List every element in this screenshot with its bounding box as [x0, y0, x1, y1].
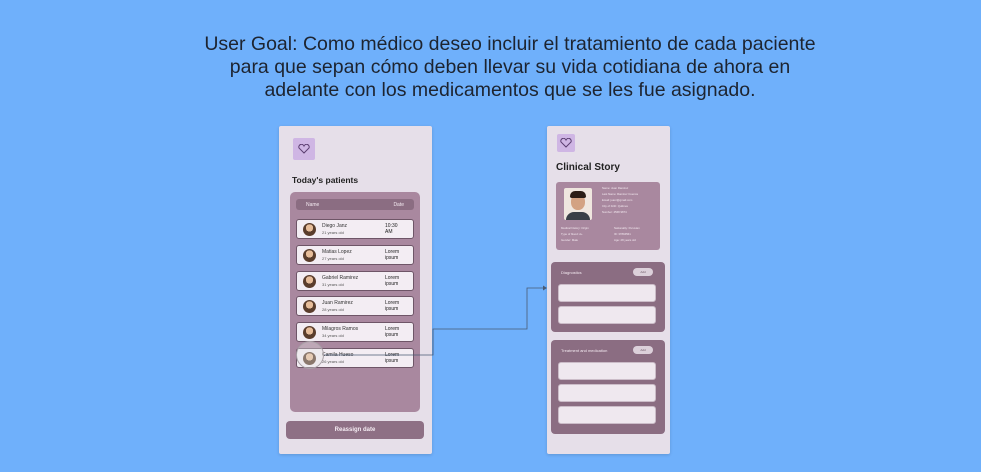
diagnostics-section: Diagnostics Add	[551, 262, 665, 332]
treatment-section: Treatment and medication Add	[551, 340, 665, 434]
column-name: Name	[306, 202, 320, 208]
diagnostic-field[interactable]	[558, 284, 656, 302]
todays-patients-screen: Today's patients Name Date Diego Janz 21…	[279, 126, 432, 454]
patient-age: 31 years old	[322, 282, 344, 287]
patient-row[interactable]: Matias Lopez 27 years old Lorem ipsum	[296, 245, 414, 265]
treatment-label: Treatment and medication	[561, 348, 608, 353]
profile-details-right: Nationality: Peruvian ID: 37894561 Age: …	[614, 225, 640, 243]
clinical-story-screen: Clinical Story Name: Juan Ramirez Last N…	[547, 126, 670, 454]
patient-date: Lorem ipsum	[385, 275, 400, 287]
patient-name: Camila Hueso	[322, 352, 354, 358]
profile-line: Gender: Male	[561, 238, 578, 242]
patient-date: Lorem ipsum	[385, 326, 400, 338]
column-date: Date	[393, 202, 404, 208]
page-title: Today's patients	[292, 175, 359, 185]
avatar	[303, 223, 316, 236]
avatar	[303, 275, 316, 288]
patient-row[interactable]: Juan Ramirez 28 years old Lorem ipsum	[296, 296, 414, 316]
page-title: Clinical Story	[556, 162, 620, 173]
patient-row[interactable]: Gabriel Ramirez 31 years old Lorem ipsum	[296, 271, 414, 291]
patient-date: Lorem ipsum	[385, 352, 400, 364]
treatment-field[interactable]	[558, 406, 656, 424]
patient-row[interactable]: Milagros Ramos 34 years old Lorem ipsum	[296, 322, 414, 342]
reassign-date-button[interactable]: Reassign date	[286, 421, 424, 439]
avatar	[303, 326, 316, 339]
patient-age: 26 years old	[322, 359, 344, 364]
patient-date: Lorem ipsum	[385, 249, 400, 261]
avatar	[303, 249, 316, 262]
user-goal-text: User Goal: Como médico deseo incluir el …	[204, 33, 816, 101]
patient-age: 21 years old	[322, 230, 344, 235]
patient-age: 27 years old	[322, 256, 344, 261]
diagnostic-field[interactable]	[558, 306, 656, 324]
patient-name: Juan Ramirez	[322, 300, 353, 306]
treatment-field[interactable]	[558, 362, 656, 380]
patient-age: 34 years old	[322, 333, 344, 338]
patient-name: Matias Lopez	[322, 249, 352, 255]
patient-name: Milagros Ramos	[322, 326, 359, 332]
treatment-field[interactable]	[558, 384, 656, 402]
patient-date: 10:30 AM	[385, 223, 398, 235]
profile-line: Number: 4568 9874	[602, 210, 627, 214]
profile-details: Name: Juan Ramirez Last Name: Ramirez Cu…	[602, 185, 638, 215]
tap-indicator	[296, 341, 324, 369]
patient-age: 28 years old	[322, 307, 344, 312]
table-header: Name Date	[296, 199, 414, 210]
add-diagnostic-button[interactable]: Add	[633, 268, 653, 276]
logo-icon	[293, 138, 315, 160]
patient-name: Gabriel Ramirez	[322, 275, 359, 281]
patient-date: Lorem ipsum	[385, 300, 400, 312]
profile-line: Age: 28 years old	[614, 238, 636, 242]
profile-details-left: Medical history: Origin Type of blood: A…	[561, 225, 589, 243]
logo-icon	[557, 134, 575, 152]
patient-row[interactable]: Diego Janz 21 years old 10:30 AM	[296, 219, 414, 239]
patient-photo	[564, 188, 592, 220]
diagnostics-label: Diagnostics	[561, 270, 582, 275]
add-treatment-button[interactable]: Add	[633, 346, 653, 354]
patients-panel: Name Date Diego Janz 21 years old 10:30 …	[290, 192, 420, 412]
avatar	[303, 300, 316, 313]
patient-name: Diego Janz	[322, 223, 348, 229]
patient-profile-card: Name: Juan Ramirez Last Name: Ramirez Cu…	[556, 182, 660, 250]
